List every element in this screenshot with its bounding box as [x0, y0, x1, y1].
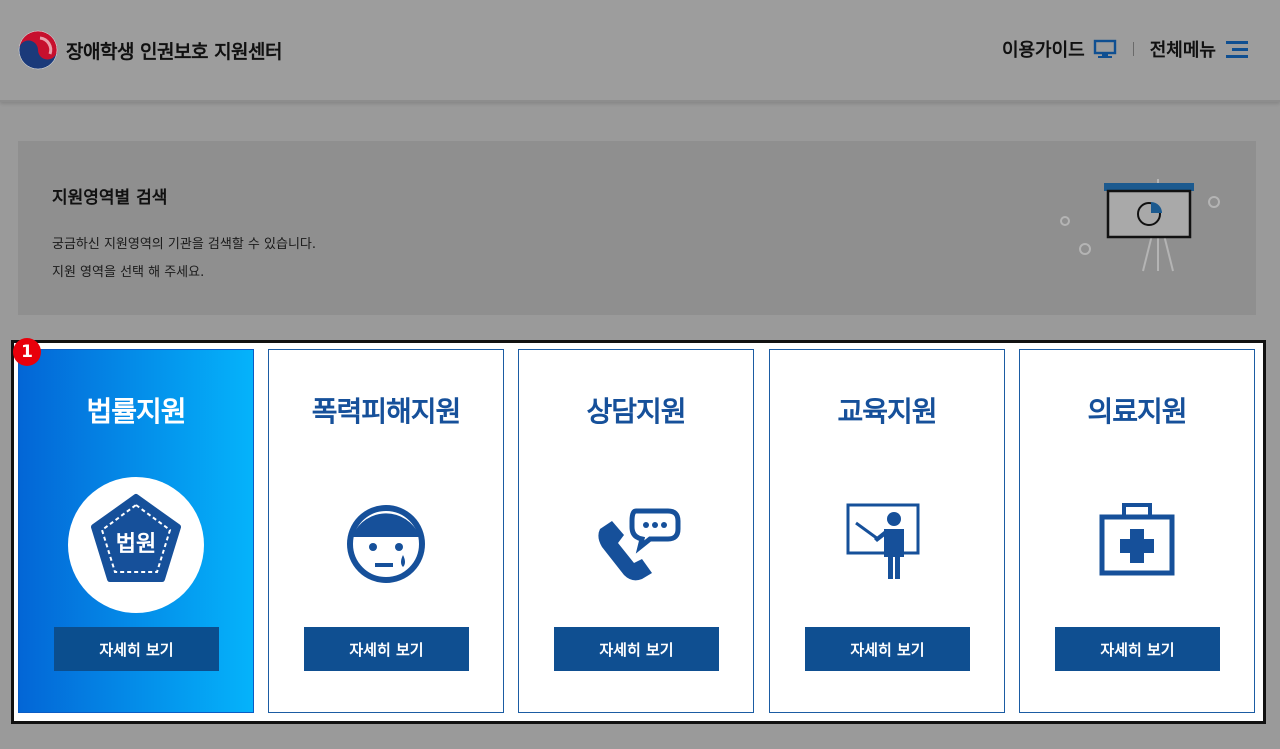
category-card-medical[interactable]: 의료지원 자세히 보기: [1019, 349, 1255, 713]
monitor-icon: [1093, 39, 1116, 58]
medical-detail-button[interactable]: 자세히 보기: [1055, 627, 1220, 671]
hamburger-menu-icon: [1226, 41, 1248, 58]
category-card-counseling[interactable]: 상담지원 자세히 보기: [518, 349, 754, 713]
all-menu-button[interactable]: 전체메뉴: [1150, 36, 1250, 62]
card-title-legal: 법률지원: [86, 395, 186, 428]
header-divider: [1132, 42, 1134, 56]
header-nav: 이용가이드 전체메뉴: [1002, 36, 1250, 62]
court-emblem-icon: 법원: [66, 477, 206, 613]
violence-detail-button[interactable]: 자세히 보기: [304, 627, 469, 671]
site-title: 장애학생 인권보호 지원센터: [66, 40, 283, 63]
education-detail-button[interactable]: 자세히 보기: [805, 627, 970, 671]
category-card-education[interactable]: 교육지원 자세히 보기: [769, 349, 1005, 713]
card-title-education: 교육지원: [837, 395, 937, 428]
presentation-board-icon: [1060, 179, 1220, 272]
search-intro-panel: 지원영역별 검색 궁금하신 지원영역의 기관을 검색할 수 있습니다. 지원 영…: [18, 141, 1256, 315]
teacher-board-icon: [817, 488, 957, 600]
intro-description: 궁금하신 지원영역의 기관을 검색할 수 있습니다. 지원 영역을 선택 해 주…: [52, 231, 316, 287]
legal-detail-button[interactable]: 자세히 보기: [54, 627, 219, 671]
crying-face-icon: [316, 488, 456, 600]
category-card-legal[interactable]: 법률지원 법원 자세히 보기: [18, 349, 254, 713]
site-logo[interactable]: 장애학생 인권보호 지원센터: [18, 30, 283, 70]
guide-link[interactable]: 이용가이드: [1002, 36, 1117, 62]
court-emblem-text: 법원: [116, 532, 156, 557]
guide-label: 이용가이드: [1001, 40, 1085, 61]
card-title-violence: 폭력피해지원: [311, 395, 462, 428]
all-menu-label: 전체메뉴: [1149, 40, 1216, 61]
intro-desc-line1: 궁금하신 지원영역의 기관을 검색할 수 있습니다.: [52, 237, 316, 252]
intro-title: 지원영역별 검색: [52, 188, 168, 208]
card-title-counseling: 상담지원: [586, 395, 686, 428]
phone-chat-icon: [566, 488, 706, 600]
intro-desc-line2: 지원 영역을 선택 해 주세요.: [52, 265, 205, 280]
counseling-detail-button[interactable]: 자세히 보기: [554, 627, 719, 671]
category-card-violence[interactable]: 폭력피해지원 자세히 보기: [268, 349, 504, 713]
card-title-medical: 의료지원: [1087, 395, 1187, 428]
site-header: 장애학생 인권보호 지원센터 이용가이드 전체메뉴: [0, 0, 1280, 102]
step-badge: 1: [13, 338, 41, 366]
taegeuk-logo-icon: [18, 30, 58, 70]
medical-kit-icon: [1067, 488, 1207, 600]
